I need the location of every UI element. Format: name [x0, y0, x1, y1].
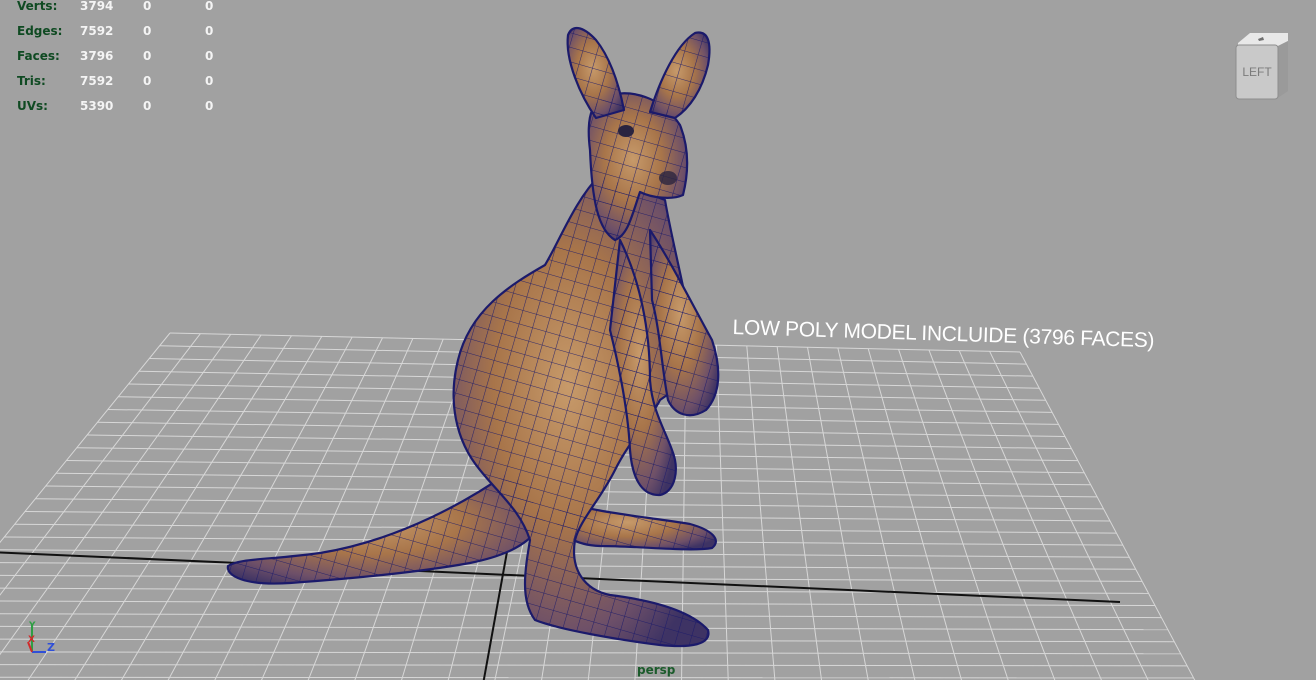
- hud-row-faces: Faces: 3796 0 0: [17, 43, 237, 68]
- x-axis-label: X: [28, 635, 35, 645]
- grid-line: [0, 676, 1194, 679]
- grid-line: [1019, 351, 1196, 680]
- grid-line: [746, 345, 776, 680]
- y-axis-label: Y: [28, 621, 36, 631]
- hud-value: 7592: [80, 74, 114, 88]
- poly-count-hud: Verts: 3794 0 0 Edges: 7592 0 0 Faces: 3…: [17, 0, 237, 118]
- hud-label: Faces:: [17, 49, 60, 63]
- hud-label: UVs:: [17, 99, 48, 113]
- hud-value: 3794: [80, 0, 114, 13]
- grid-line: [989, 351, 1149, 680]
- viewcube-face-label: LEFT: [1242, 65, 1272, 79]
- grid-line: [261, 338, 414, 680]
- viewcube-icon[interactable]: LEFT: [1232, 33, 1290, 101]
- grid-line: [74, 335, 292, 680]
- hud-row-edges: Edges: 7592 0 0: [17, 18, 237, 43]
- grid-line: [307, 338, 444, 680]
- hud-value: 0: [205, 74, 214, 88]
- hud-row-verts: Verts: 3794 0 0: [17, 0, 237, 18]
- hud-label: Tris:: [17, 74, 46, 88]
- kangaroo-wireframe: [227, 28, 719, 647]
- hud-value: 0: [205, 24, 214, 38]
- hud-value: 0: [205, 0, 214, 13]
- camera-name-label: persp: [637, 663, 676, 677]
- grid-line: [120, 336, 323, 680]
- hud-row-tris: Tris: 7592 0 0: [17, 68, 237, 93]
- grid-line: [214, 337, 383, 680]
- hud-value: 0: [143, 24, 152, 38]
- hud-value: 0: [143, 74, 152, 88]
- hud-value: 0: [205, 99, 214, 113]
- hud-value: 0: [143, 99, 152, 113]
- grid-line: [0, 651, 1181, 655]
- z-axis-label: Z: [47, 641, 55, 654]
- axis-gizmo-icon: Y X Z: [27, 621, 55, 654]
- hud-label: Edges:: [17, 24, 63, 38]
- hud-label: Verts:: [17, 0, 58, 13]
- hud-value: 0: [205, 49, 214, 63]
- grid-line: [0, 638, 1175, 643]
- hud-value: 0: [143, 49, 152, 63]
- kangaroo-model[interactable]: [226, 27, 720, 648]
- hud-value: 0: [143, 0, 152, 13]
- grid-line: [0, 664, 1188, 667]
- maya-viewport[interactable]: Verts: 3794 0 0 Edges: 7592 0 0 Faces: 3…: [0, 0, 1316, 680]
- grid-line: [715, 345, 729, 680]
- hud-value: 3796: [80, 49, 114, 63]
- hud-value: 5390: [80, 99, 114, 113]
- hud-value: 7592: [80, 24, 114, 38]
- hud-row-uvs: UVs: 5390 0 0: [17, 93, 237, 118]
